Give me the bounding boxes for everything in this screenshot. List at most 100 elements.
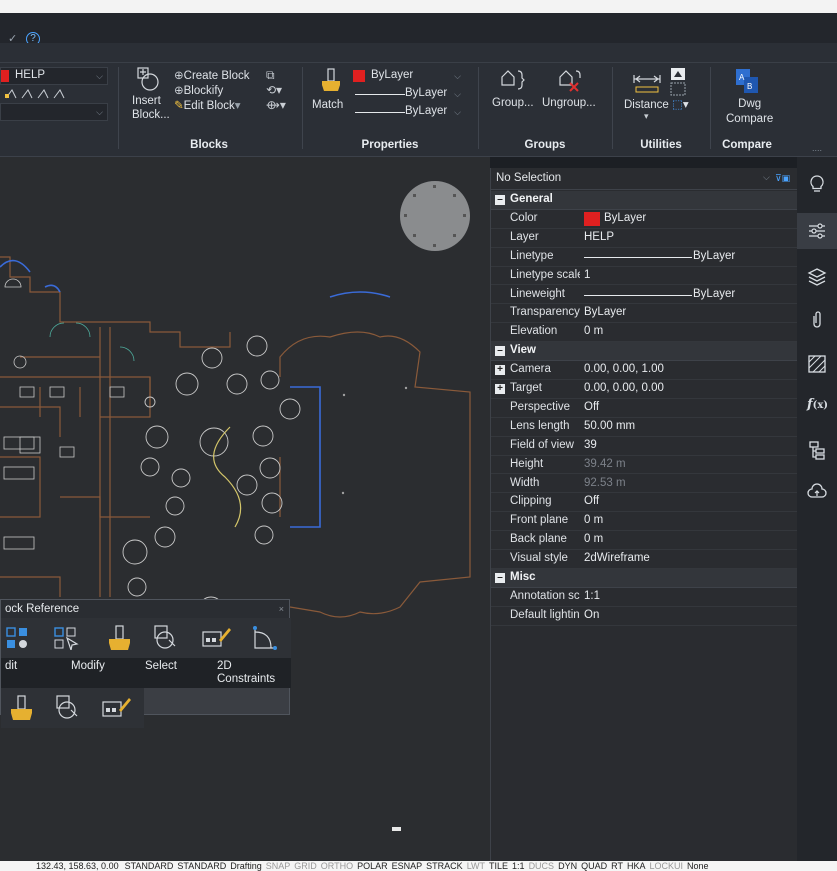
property-row[interactable]: Height 39.42 m <box>491 456 798 475</box>
collapse-icon[interactable]: – <box>495 346 505 357</box>
property-row[interactable]: Lineweight ByLayer <box>491 286 798 305</box>
property-value[interactable]: 0.00, 0.00, 0.00 <box>584 382 664 394</box>
ungroup-icon[interactable] <box>554 67 584 93</box>
property-value[interactable]: Off <box>584 401 599 413</box>
status-toggle[interactable]: LWT <box>465 861 487 871</box>
ribbon-more-icon[interactable]: .... <box>812 143 822 153</box>
status-toggle[interactable]: None <box>685 861 711 871</box>
lightbulb-icon[interactable] <box>807 174 827 194</box>
blockify-button[interactable]: ⊕Blockify <box>174 83 223 97</box>
status-toggle[interactable]: DUCS <box>527 861 557 871</box>
status-toggle[interactable]: ESNAP <box>390 861 425 871</box>
edit-attributes-icon[interactable] <box>101 694 133 722</box>
parameters-fx-icon[interactable]: f(x) <box>807 397 828 417</box>
color-dropdown[interactable]: ByLayer ⌵ <box>348 67 466 85</box>
status-toggle[interactable]: DYN <box>556 861 579 871</box>
edit-block-button[interactable]: ✎Edit Block▾ <box>174 98 241 112</box>
dwg-compare-button[interactable]: Dwg Compare <box>726 97 773 127</box>
status-toggle[interactable]: SNAP <box>264 861 293 871</box>
dwg-compare-icon[interactable]: AB <box>734 67 760 95</box>
property-row[interactable]: Default lighting On <box>491 607 798 626</box>
section-general[interactable]: – General <box>491 191 798 210</box>
attachments-icon[interactable] <box>807 310 827 330</box>
status-toggle[interactable]: QUAD <box>579 861 609 871</box>
layer-state-dropdown[interactable]: ⌵ <box>0 103 108 121</box>
ungroup-button[interactable]: Ungroup... <box>542 97 596 109</box>
property-value[interactable]: ByLayer <box>693 288 735 300</box>
layers-icon[interactable] <box>807 267 827 287</box>
distance-button[interactable]: Distance ⬚▾ <box>624 97 689 111</box>
measure-tools-icon[interactable] <box>670 67 686 97</box>
distance-icon[interactable] <box>632 69 662 95</box>
lineweight-dropdown[interactable]: ByLayer ⌵ <box>348 103 466 121</box>
property-value[interactable]: 0 m <box>584 325 603 337</box>
property-value[interactable]: 1:1 <box>584 590 600 602</box>
layer-properties-icon[interactable] <box>5 626 35 650</box>
match-button[interactable]: Match <box>312 99 343 111</box>
close-icon[interactable]: × <box>279 600 284 618</box>
linetype-dropdown[interactable]: ByLayer ⌵ <box>348 85 466 103</box>
quad-tab-2d-constraints[interactable]: 2D Constraints <box>217 660 275 686</box>
group-icon[interactable] <box>496 67 526 93</box>
layer-tools-icons[interactable] <box>4 88 84 100</box>
property-row[interactable]: + Camera 0.00, 0.00, 1.00 <box>491 361 798 380</box>
status-toggle[interactable]: ORTHO <box>319 861 355 871</box>
create-block-button[interactable]: ⊕Create Block <box>174 68 249 82</box>
property-row[interactable]: Lens length 50.00 mm <box>491 418 798 437</box>
collapse-icon[interactable]: – <box>495 573 505 583</box>
select-block-icon[interactable] <box>151 624 181 652</box>
collapse-icon[interactable]: – <box>495 195 505 205</box>
property-row[interactable]: Field of view 39 <box>491 437 798 456</box>
section-misc[interactable]: – Misc <box>491 569 798 588</box>
status-toggle[interactable]: HKA <box>625 861 648 871</box>
edit-attributes-icon[interactable] <box>201 624 233 652</box>
property-value[interactable]: HELP <box>584 231 614 243</box>
view-navigation-cube[interactable] <box>400 181 470 251</box>
selection-dropdown[interactable]: No Selection ⌵ ⊽▣ <box>491 168 798 190</box>
property-row[interactable]: + Target 0.00, 0.00, 0.00 <box>491 380 798 399</box>
quad-tab-modify[interactable]: Modify <box>71 660 105 673</box>
expand-icon[interactable]: + <box>495 365 505 376</box>
property-row[interactable]: Elevation 0 m <box>491 323 798 343</box>
property-value[interactable]: ByLayer <box>604 212 646 224</box>
select-block-icon[interactable] <box>53 694 83 722</box>
insert-block-icon[interactable] <box>136 66 162 92</box>
drawing-canvas[interactable]: ock Reference × dit Modify Select 2D Con… <box>0 157 490 861</box>
property-value[interactable]: 1 <box>584 269 590 281</box>
property-value[interactable]: ByLayer <box>693 250 735 262</box>
quad-tab-edit[interactable]: dit <box>5 660 17 673</box>
properties-sliders-icon[interactable] <box>807 221 827 241</box>
property-row[interactable]: Front plane 0 m <box>491 512 798 532</box>
property-row[interactable]: Width 92.53 m <box>491 475 798 494</box>
layer-dropdown[interactable]: HELP ⌵ <box>0 67 108 85</box>
property-value[interactable]: 39 <box>584 439 597 451</box>
property-value[interactable]: Off <box>584 495 599 507</box>
property-value[interactable]: 0 m <box>584 514 603 526</box>
group-button[interactable]: Group... <box>492 97 534 109</box>
property-row[interactable]: Perspective Off <box>491 399 798 418</box>
block-replace-icon[interactable]: ⟴▾ <box>266 98 286 112</box>
status-toggle[interactable]: TILE <box>487 861 510 871</box>
hatch-library-icon[interactable] <box>807 354 827 374</box>
cloud-upload-icon[interactable] <box>807 482 827 502</box>
status-toggle[interactable]: Drafting <box>228 861 264 871</box>
quad-tab-select[interactable]: Select <box>145 660 177 673</box>
property-row[interactable]: Linetype scale 1 <box>491 267 798 286</box>
block-sync-icon[interactable]: ⟲▾ <box>266 83 282 97</box>
property-row[interactable]: Transparency ByLayer <box>491 304 798 324</box>
match-properties-icon[interactable] <box>105 624 135 652</box>
select-similar-icon[interactable] <box>53 626 83 653</box>
property-row[interactable]: Visual style 2dWireframe <box>491 550 798 569</box>
property-value[interactable]: 0 m <box>584 533 603 545</box>
status-toggle[interactable]: GRID <box>292 861 319 871</box>
insert-block-button[interactable]: Insert Block... <box>132 94 170 122</box>
status-toggle[interactable]: RT <box>609 861 625 871</box>
property-value[interactable]: On <box>584 609 599 621</box>
match-properties-icon[interactable] <box>7 694 37 722</box>
constraints-icon[interactable] <box>249 624 281 652</box>
status-toggle[interactable]: POLAR <box>355 861 390 871</box>
status-toggle[interactable]: STANDARD <box>175 861 228 871</box>
quick-select-icon[interactable]: ⊽▣ <box>775 173 793 183</box>
status-toggle[interactable]: LOCKUI <box>647 861 685 871</box>
property-value[interactable]: ByLayer <box>584 306 626 318</box>
